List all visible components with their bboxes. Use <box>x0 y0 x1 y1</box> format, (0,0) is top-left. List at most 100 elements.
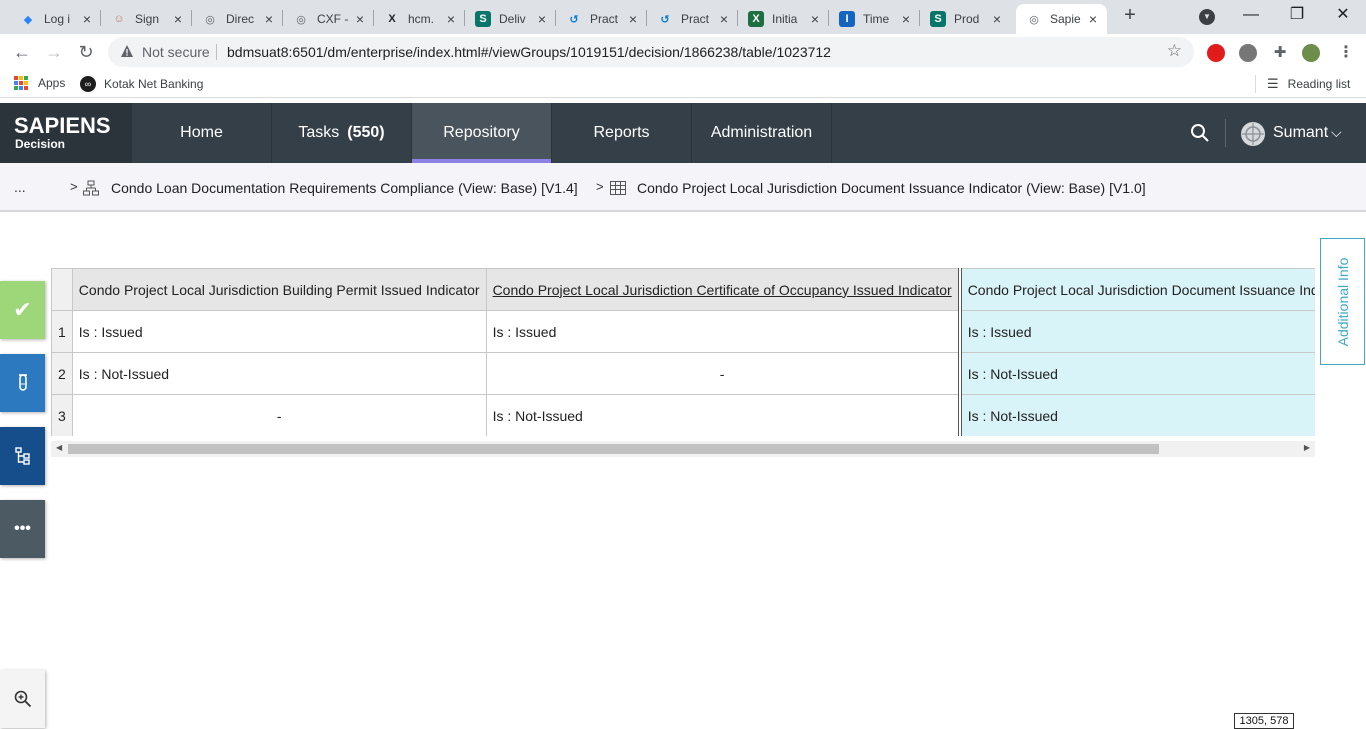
breadcrumb-current: Condo Project Local Jurisdiction Documen… <box>637 180 1146 196</box>
close-tab-icon[interactable]: × <box>807 11 823 27</box>
browser-tab[interactable]: X Initia × <box>738 4 829 34</box>
table-row[interactable]: 1 Is : Issued Is : Issued Is : Issued <box>51 310 1315 353</box>
nav-home[interactable]: Home <box>131 103 271 163</box>
nav-administration[interactable]: Administration <box>691 103 832 163</box>
close-tab-icon[interactable]: × <box>352 11 368 27</box>
globe-icon: ◎ <box>205 13 215 26</box>
close-window-icon[interactable]: ✕ <box>1331 4 1355 28</box>
sapiens-logo[interactable]: SAPIENS Decision <box>0 103 131 163</box>
search-icon[interactable] <box>1190 123 1210 143</box>
url-text[interactable]: bdmsuat8:6501/dm/enterprise/index.html#/… <box>227 44 831 60</box>
tab-search-icon[interactable]: ▼ <box>1199 9 1215 25</box>
breadcrumb-ellipsis[interactable]: ... <box>14 179 26 195</box>
browser-tab[interactable]: ◆ Log i × <box>10 4 101 34</box>
new-tab-button[interactable]: + <box>1120 5 1140 26</box>
not-secure-label[interactable]: Not secure <box>142 44 210 60</box>
close-tab-icon[interactable]: × <box>261 11 277 27</box>
scroll-left-icon[interactable]: ◀ <box>56 443 62 452</box>
bookmark-star-icon[interactable]: ☆ <box>1167 41 1182 61</box>
column-header[interactable]: Condo Project Local Jurisdiction Certifi… <box>485 268 961 311</box>
close-tab-icon[interactable]: × <box>443 11 459 27</box>
chevron-down-icon[interactable]: ⌵ <box>1331 124 1342 141</box>
conclusion-cell[interactable]: Is : Not-Issued <box>957 352 1315 395</box>
jira-icon: ◆ <box>23 13 33 26</box>
tab-separator <box>646 10 647 26</box>
tab-separator <box>828 10 829 26</box>
reading-list[interactable]: ☰ Reading list <box>1267 76 1350 92</box>
browser-tab[interactable]: ◎ Sapie × <box>1016 4 1107 34</box>
browser-tab[interactable]: ↺ Pract × <box>647 4 738 34</box>
table-cell[interactable]: Is : Not-Issued <box>485 394 961 436</box>
structure-button[interactable] <box>0 427 45 485</box>
close-tab-icon[interactable]: × <box>1085 11 1101 27</box>
globe-user-icon[interactable] <box>1241 122 1265 146</box>
table-row[interactable]: 2 Is : Not-Issued - Is : Not-Issued <box>51 352 1315 395</box>
table-cell[interactable]: Is : Not-Issued <box>71 352 487 395</box>
conclusion-column-header[interactable]: Condo Project Local Jurisdiction Documen… <box>957 268 1315 311</box>
profile-avatar[interactable] <box>1302 44 1320 62</box>
forward-icon[interactable]: → <box>42 40 66 64</box>
validate-button[interactable]: ✔ <box>0 281 45 339</box>
apps-bookmark[interactable]: Apps <box>14 76 65 90</box>
zoom-button[interactable] <box>0 670 45 728</box>
nav-reports[interactable]: Reports <box>551 103 691 163</box>
time-icon: I <box>839 11 855 27</box>
close-tab-icon[interactable]: × <box>79 11 95 27</box>
tab-label: Pract <box>590 12 619 26</box>
adblock-extension-icon[interactable] <box>1207 44 1225 62</box>
conclusion-cell[interactable]: Is : Not-Issued <box>957 394 1315 436</box>
browser-menu-icon[interactable]: ⋮ <box>1338 42 1354 62</box>
table-cell[interactable]: - <box>71 394 487 436</box>
reload-icon[interactable]: ↻ <box>74 40 98 64</box>
browser-tab[interactable]: ☺ Sign × <box>101 4 192 34</box>
browser-tab[interactable]: ↺ Pract × <box>556 4 647 34</box>
browser-tab[interactable]: S Prod × <box>920 4 1011 34</box>
kotak-bookmark[interactable]: ∞ Kotak Net Banking <box>80 76 203 92</box>
extensions-puzzle-icon[interactable]: ✚ <box>1271 44 1289 62</box>
coordinate-readout: 1305, 578 <box>1234 713 1294 729</box>
tab-label: Sign <box>135 12 160 26</box>
column-header[interactable]: Condo Project Local Jurisdiction Buildin… <box>71 268 487 311</box>
browser-tab[interactable]: ◎ CXF - × <box>283 4 374 34</box>
test-button[interactable] <box>0 354 45 412</box>
nav-repository-label: Repository <box>443 124 520 141</box>
browser-tab[interactable]: Xhcm. × <box>374 4 465 34</box>
conclusion-cell[interactable]: Is : Issued <box>957 310 1315 353</box>
close-tab-icon[interactable]: × <box>989 11 1005 27</box>
table-row[interactable]: 3 - Is : Not-Issued Is : Not-Issued <box>51 394 1315 436</box>
additional-info-tab[interactable]: Additional Info <box>1320 238 1365 365</box>
back-icon[interactable]: ← <box>10 40 34 64</box>
address-bar[interactable]: Not secure bdmsuat8:6501/dm/enterprise/i… <box>108 37 1194 67</box>
row-number: 3 <box>51 394 73 436</box>
scrollbar-thumb[interactable] <box>68 444 1159 454</box>
browser-tab[interactable]: ◎ Direc × <box>192 4 283 34</box>
tab-separator <box>737 10 738 26</box>
chevron-right-icon: > <box>596 179 604 194</box>
table-cell[interactable]: Is : Issued <box>71 310 487 353</box>
close-tab-icon[interactable]: × <box>534 11 550 27</box>
extension-icon[interactable] <box>1239 44 1257 62</box>
excel-icon: X <box>748 11 764 27</box>
close-tab-icon[interactable]: × <box>625 11 641 27</box>
chevron-right-icon: > <box>70 179 78 194</box>
warning-icon[interactable] <box>120 44 134 58</box>
close-tab-icon[interactable]: × <box>170 11 186 27</box>
user-name[interactable]: Sumant <box>1273 124 1328 142</box>
nav-repository[interactable]: Repository <box>411 103 551 163</box>
tasks-count-badge: (550) <box>347 124 385 141</box>
breadcrumb-parent[interactable]: Condo Loan Documentation Requirements Co… <box>111 180 578 196</box>
table-cell[interactable]: - <box>485 352 961 395</box>
minimize-icon[interactable]: — <box>1239 4 1263 28</box>
scroll-right-icon[interactable]: ▶ <box>1304 443 1310 452</box>
nav-tasks[interactable]: Tasks (550) <box>271 103 411 163</box>
browser-tab[interactable]: S Deliv × <box>465 4 556 34</box>
horizontal-scrollbar[interactable]: ◀ ▶ <box>51 441 1315 457</box>
restore-icon[interactable]: ❐ <box>1285 4 1309 28</box>
close-tab-icon[interactable]: × <box>898 11 914 27</box>
tab-label: Direc <box>226 12 255 26</box>
browser-tab[interactable]: I Time × <box>829 4 920 34</box>
logo-main: SAPIENS <box>14 113 111 138</box>
close-tab-icon[interactable]: × <box>716 11 732 27</box>
more-options-button[interactable]: ••• <box>0 500 45 558</box>
table-cell[interactable]: Is : Issued <box>485 310 961 353</box>
